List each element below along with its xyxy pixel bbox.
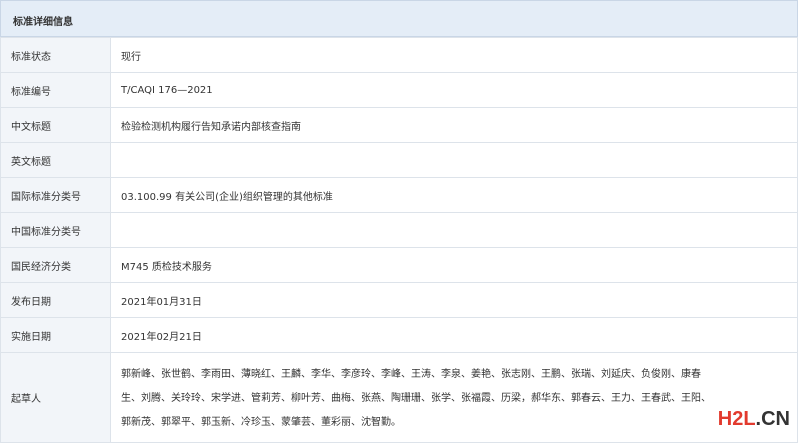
table-row: 实施日期 2021年02月21日 [0,317,798,353]
row-label-status: 标准状态 [0,37,111,73]
table-row: 发布日期 2021年01月31日 [0,282,798,318]
row-value-en-title [110,142,798,178]
site-watermark-logo: H2L.CN [718,408,790,431]
row-label-publish-date: 发布日期 [0,282,111,318]
row-label-drafters: 起草人 [0,352,111,443]
row-label-ics: 国际标准分类号 [0,177,111,213]
table-row: 英文标题 [0,142,798,178]
table-row: 国民经济分类 M745 质检技术服务 [0,247,798,283]
detail-table: 标准状态 现行 标准编号 T/CAQI 176—2021 中文标题 检验检测机构… [0,37,798,443]
table-row: 标准编号 T/CAQI 176—2021 [0,72,798,108]
row-value-economy: M745 质检技术服务 [110,247,798,283]
row-value-drafters: 郭新峰、张世鹤、李雨田、薄晓红、王麟、李华、李彦玲、李峰、王涛、李泉、姜艳、张志… [110,352,798,443]
drafters-line: 生、刘腾、关玲玲、宋学进、管莉芳、柳叶芳、曲梅、张燕、陶珊珊、张学、张福霞、历梁… [121,392,711,404]
table-row: 标准状态 现行 [0,37,798,73]
table-row: 中国标准分类号 [0,212,798,248]
table-row: 中文标题 检验检测机构履行告知承诺内部核查指南 [0,107,798,143]
row-label-cn-title: 中文标题 [0,107,111,143]
row-label-effective-date: 实施日期 [0,317,111,353]
row-value-status: 现行 [110,37,798,73]
drafters-line: 郭新茂、郭翠平、郭玉新、冷珍玉、蒙肇芸、董彩丽、沈智勤。 [121,416,401,428]
row-label-number: 标准编号 [0,72,111,108]
drafters-line: 郭新峰、张世鹤、李雨田、薄晓红、王麟、李华、李彦玲、李峰、王涛、李泉、姜艳、张志… [121,368,701,380]
row-label-ccs: 中国标准分类号 [0,212,111,248]
row-value-cn-title: 检验检测机构履行告知承诺内部核查指南 [110,107,798,143]
row-value-effective-date: 2021年02月21日 [110,317,798,353]
table-row: 国际标准分类号 03.100.99 有关公司(企业)组织管理的其他标准 [0,177,798,213]
table-row: 起草人 郭新峰、张世鹤、李雨田、薄晓红、王麟、李华、李彦玲、李峰、王涛、李泉、姜… [0,352,798,443]
row-value-ics: 03.100.99 有关公司(企业)组织管理的其他标准 [110,177,798,213]
watermark-part-2: .CN [755,408,790,430]
row-value-ccs [110,212,798,248]
standard-detail-panel: 标准详细信息 标准状态 现行 标准编号 T/CAQI 176—2021 中文标题… [0,0,800,443]
panel-title: 标准详细信息 [13,17,73,28]
row-label-economy: 国民经济分类 [0,247,111,283]
row-value-number: T/CAQI 176—2021 [110,72,798,108]
row-label-en-title: 英文标题 [0,142,111,178]
row-value-publish-date: 2021年01月31日 [110,282,798,318]
panel-title-bar: 标准详细信息 [0,0,798,37]
drafters-list: 郭新峰、张世鹤、李雨田、薄晓红、王麟、李华、李彦玲、李峰、王涛、李泉、姜艳、张志… [111,361,797,435]
watermark-part-1: H2L [717,408,756,430]
